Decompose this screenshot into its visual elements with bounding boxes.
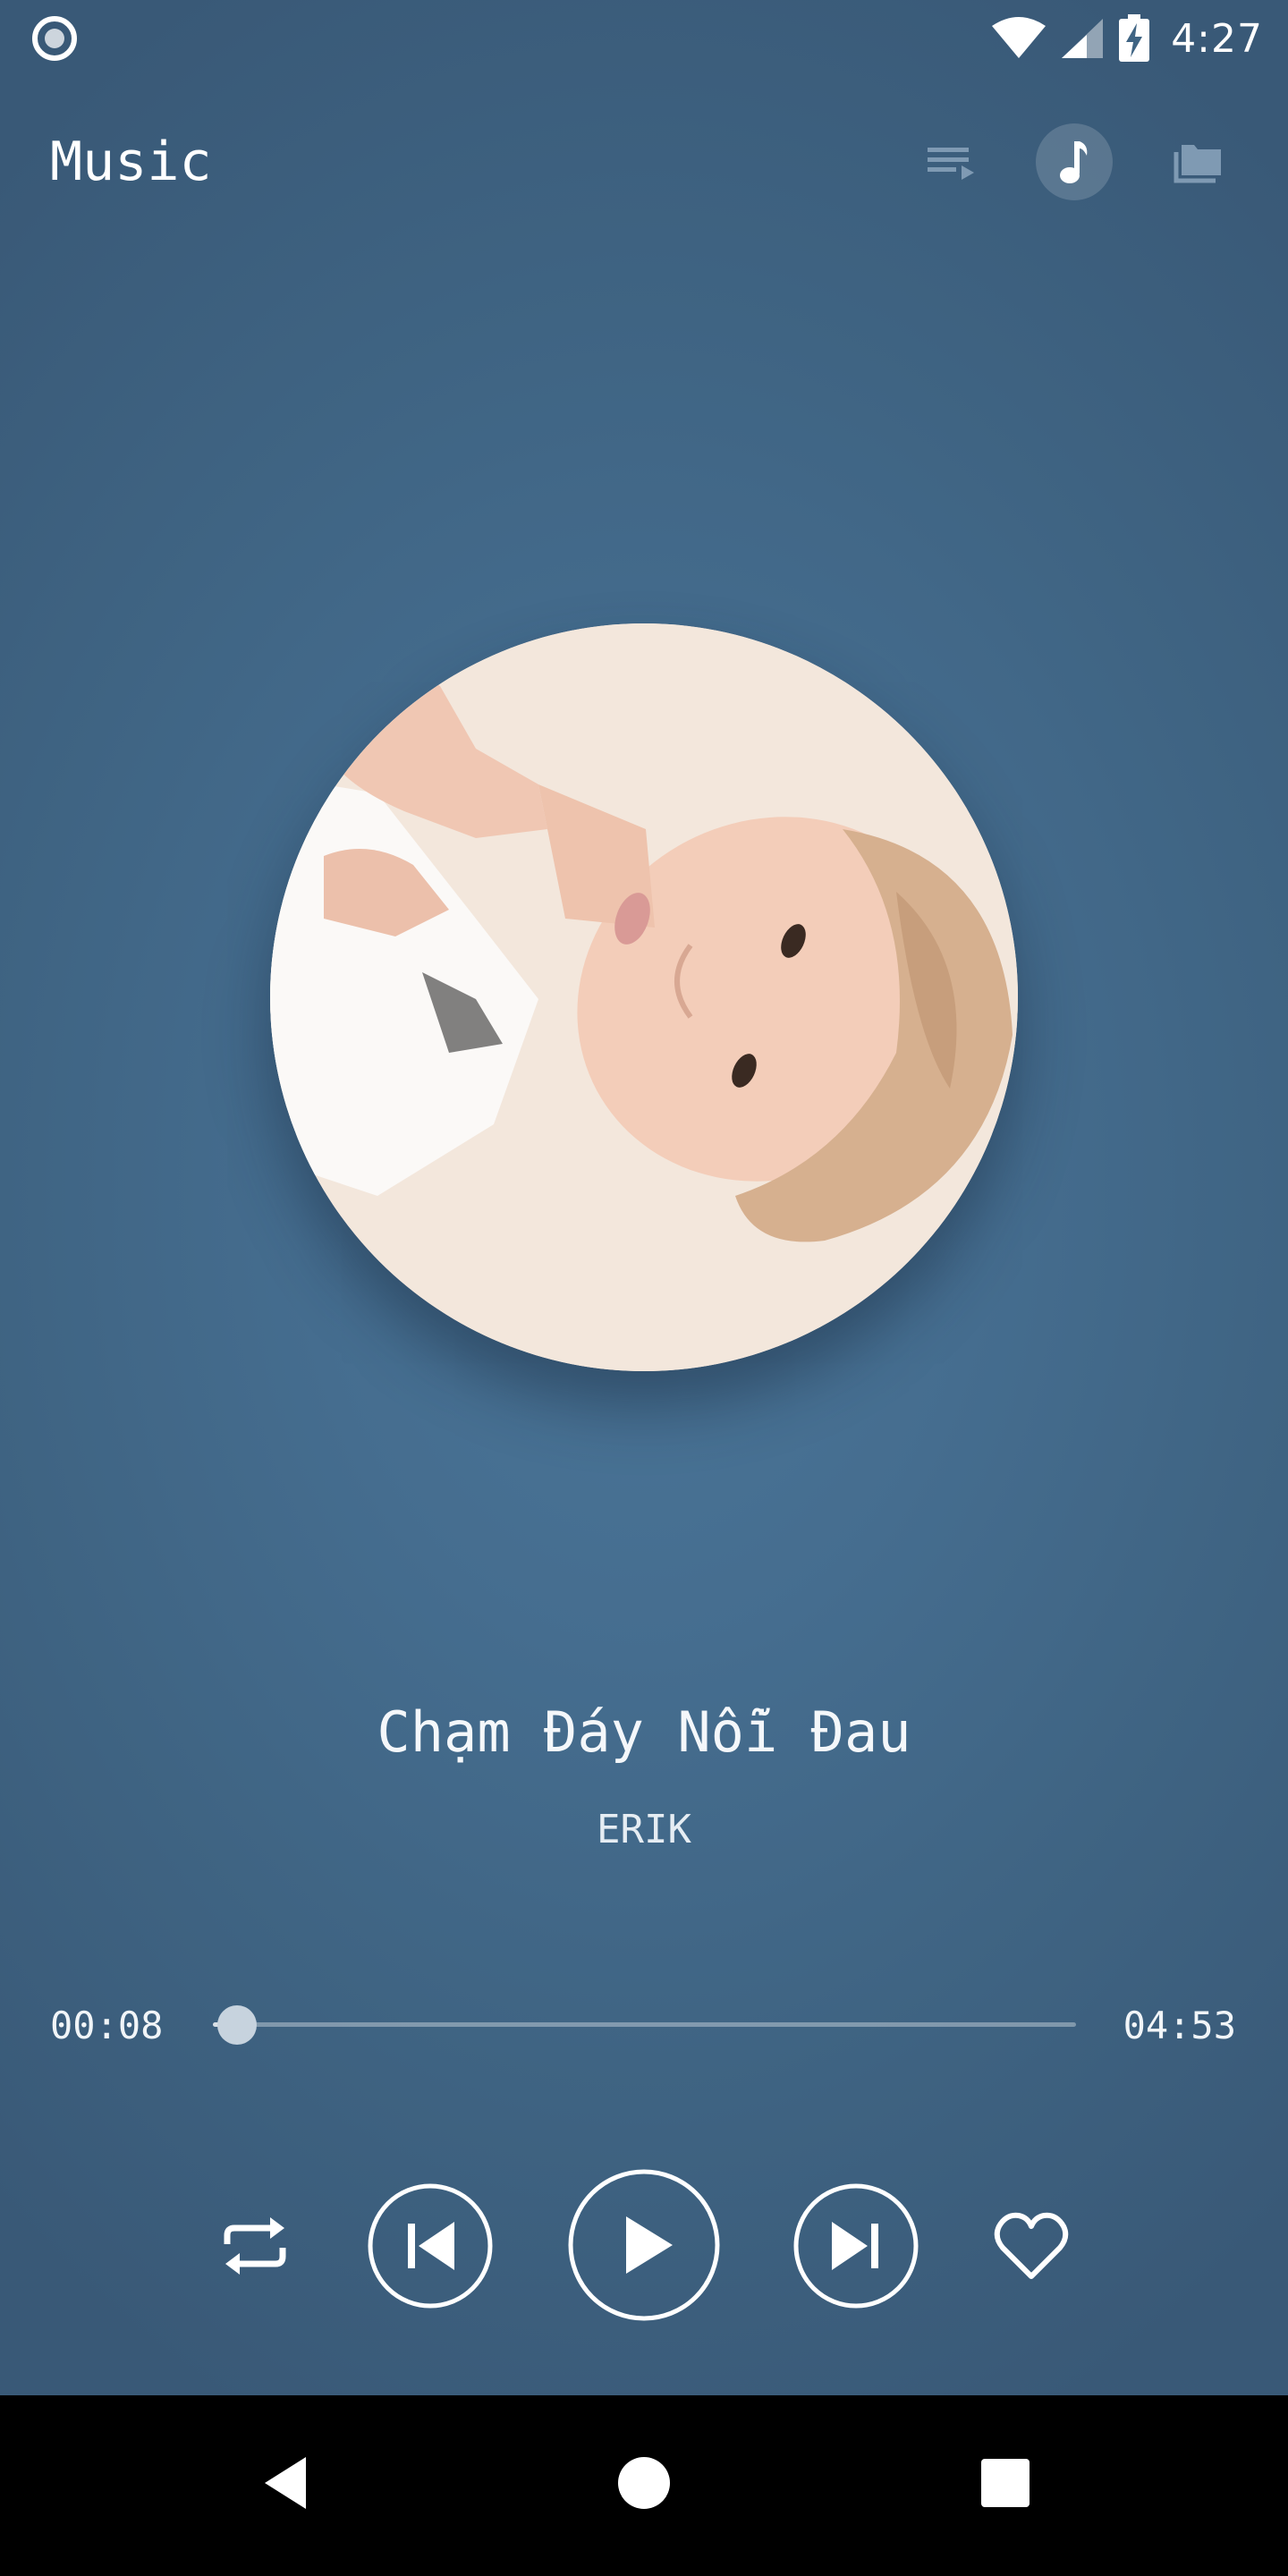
- wifi-icon: [992, 17, 1046, 58]
- back-icon: [265, 2457, 306, 2509]
- home-button[interactable]: [599, 2438, 689, 2528]
- favorite-button[interactable]: [989, 2204, 1073, 2288]
- heart-icon: [994, 2212, 1069, 2279]
- album-art-image: [270, 623, 1018, 1371]
- now-playing-tab-button[interactable]: [1036, 123, 1113, 200]
- repeat-button[interactable]: [211, 2202, 299, 2290]
- recording-dot-icon: [32, 16, 77, 61]
- next-button[interactable]: [792, 2182, 919, 2309]
- seek-thumb[interactable]: [217, 2005, 258, 2045]
- play-icon: [568, 2169, 720, 2321]
- music-note-icon: [1060, 141, 1088, 183]
- song-title: Chạm Đáy Nỗi Đau: [377, 1699, 911, 1765]
- repeat-icon: [224, 2217, 286, 2275]
- home-icon: [618, 2457, 670, 2509]
- back-button[interactable]: [242, 2438, 331, 2528]
- app-title: Music: [50, 131, 212, 193]
- previous-button[interactable]: [367, 2182, 494, 2309]
- status-clock: 4:27: [1171, 15, 1263, 62]
- status-bar: 4:27: [0, 0, 1288, 75]
- duration-time: 04:53: [1123, 2004, 1236, 2047]
- recents-icon: [981, 2459, 1030, 2507]
- cell-signal-icon: [1062, 19, 1104, 58]
- play-button[interactable]: [567, 2168, 721, 2322]
- elapsed-time: 00:08: [50, 2004, 164, 2047]
- artist-name: ERIK: [597, 1807, 691, 1852]
- folder-button[interactable]: [1161, 123, 1238, 200]
- previous-icon: [368, 2183, 493, 2309]
- system-nav-bar: [0, 2395, 1288, 2576]
- recents-button[interactable]: [961, 2438, 1050, 2528]
- battery-charging-icon: [1119, 14, 1150, 62]
- next-icon: [793, 2183, 919, 2309]
- queue-icon: [928, 148, 974, 180]
- album-art: [270, 623, 1018, 1371]
- queue-button[interactable]: [912, 123, 989, 200]
- folder-icon: [1174, 145, 1221, 183]
- seek-bar[interactable]: [213, 2005, 1076, 2045]
